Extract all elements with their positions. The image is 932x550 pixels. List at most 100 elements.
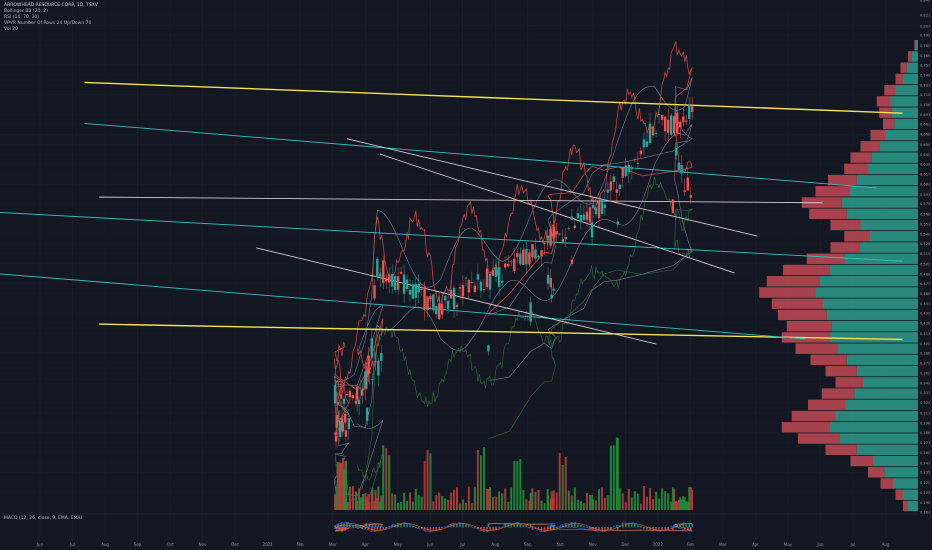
- volume-bar: [438, 492, 441, 510]
- price-tick-label: 0.604: [920, 183, 931, 187]
- candle-body: [435, 305, 438, 315]
- candle-body: [485, 268, 489, 288]
- volume-bar: [540, 500, 543, 510]
- candle-body: [552, 288, 555, 291]
- candle-body: [420, 288, 423, 290]
- time-tick-label: Apr: [362, 542, 369, 547]
- profile-row-up: [869, 231, 918, 242]
- candle-body: [387, 274, 391, 283]
- candle-body: [516, 253, 519, 258]
- price-tick-label: 0.681: [920, 123, 930, 127]
- volume-bar: [558, 453, 561, 510]
- candle-body: [582, 214, 586, 221]
- volume-bar: [671, 487, 674, 510]
- volume-bar: [561, 464, 564, 510]
- candle-body: [423, 286, 426, 310]
- candle-body: [437, 303, 441, 320]
- price-tick-label: 0.553: [920, 223, 930, 227]
- candle-body: [402, 274, 406, 294]
- candle-body: [458, 287, 462, 289]
- time-tick-label: Nov: [589, 542, 597, 547]
- time-tick-label: Feb: [687, 542, 695, 547]
- candle-body: [335, 415, 338, 428]
- candle-body: [370, 338, 373, 358]
- profile-row-up: [856, 174, 918, 186]
- candle-body: [609, 181, 613, 191]
- time-tick-label: 2022: [653, 542, 664, 547]
- profile-row-down: [870, 129, 886, 141]
- volume-bar: [464, 502, 467, 510]
- volume-bar: [510, 487, 513, 510]
- candle-body: [358, 387, 362, 389]
- price-tick-label: 0.515: [920, 252, 930, 256]
- price-tick-label: 0.298: [920, 422, 931, 426]
- candle-body: [546, 235, 549, 240]
- time-tick-label: Oct: [557, 542, 564, 547]
- volume-bar: [495, 496, 498, 510]
- time-tick-label: Jun: [426, 542, 434, 547]
- profile-row-down: [806, 253, 845, 264]
- candle-body: [405, 279, 409, 290]
- price-tick-label: 0.617: [920, 173, 930, 177]
- macd-hist: [685, 523, 688, 528]
- candle-body: [333, 384, 337, 404]
- time-tick-label: Jun: [36, 542, 44, 547]
- volume-bar: [588, 495, 591, 510]
- candle-body: [531, 244, 534, 258]
- time-tick-label: Sep: [134, 542, 142, 547]
- volume-bar: [361, 497, 364, 510]
- trendline: [346, 138, 758, 237]
- volume-bar: [639, 503, 642, 510]
- volume-bar: [406, 500, 409, 510]
- candle-body: [426, 296, 429, 311]
- volume-bar: [467, 486, 470, 510]
- volume-bar: [667, 493, 670, 510]
- volume-bar: [522, 490, 525, 510]
- volume-bar: [618, 488, 621, 510]
- macd-hist: [691, 523, 693, 528]
- trendline: [99, 196, 823, 204]
- trendline: [84, 122, 877, 189]
- volume-bar: [470, 503, 473, 510]
- price-tick-label: 0.769: [920, 54, 931, 58]
- price-tick-label: 0.311: [920, 411, 930, 415]
- volume-bar: [603, 497, 606, 510]
- profile-row-up: [895, 84, 918, 96]
- volume-bar: [537, 490, 540, 510]
- volume-bar: [648, 487, 651, 510]
- time-tick-label: Dec: [231, 542, 239, 547]
- candle-body: [689, 195, 692, 198]
- volume-bar: [373, 501, 376, 510]
- volume-bar: [595, 500, 598, 510]
- candle-body: [344, 430, 348, 437]
- candle-body: [630, 167, 634, 170]
- volume-bar: [354, 491, 357, 510]
- candle-body: [682, 116, 685, 123]
- price-tick-label: 0.807: [920, 24, 930, 28]
- profile-row-down: [771, 298, 823, 309]
- volume-bar: [461, 499, 464, 510]
- chart-canvas[interactable]: 0.840 0.821 0.807 0.795 0.782 0.769 0.757 0.744…: [0, 0, 932, 550]
- candle-body: [446, 300, 450, 309]
- macd-hist: [459, 522, 461, 528]
- candle-body: [342, 398, 346, 404]
- candle-body: [507, 263, 510, 267]
- volume-bar: [683, 497, 686, 510]
- candle-body: [633, 158, 637, 160]
- macd-hist: [346, 522, 348, 528]
- candle-body: [552, 226, 555, 239]
- profile-row-up: [856, 365, 918, 377]
- volume-bar: [501, 493, 504, 510]
- candle-body: [464, 277, 468, 279]
- price-tick-label: 0.566: [920, 212, 931, 216]
- candle-body: [588, 207, 592, 223]
- price-tick-label: 0.655: [920, 143, 930, 147]
- candle-body: [636, 163, 640, 164]
- profile-row-up: [835, 410, 918, 422]
- candle-body: [590, 222, 594, 238]
- volume-bar: [340, 462, 343, 510]
- candle-body: [396, 276, 400, 290]
- candle-body: [666, 119, 670, 133]
- candle-body: [461, 284, 465, 297]
- price-tick-label: 0.375: [920, 361, 930, 365]
